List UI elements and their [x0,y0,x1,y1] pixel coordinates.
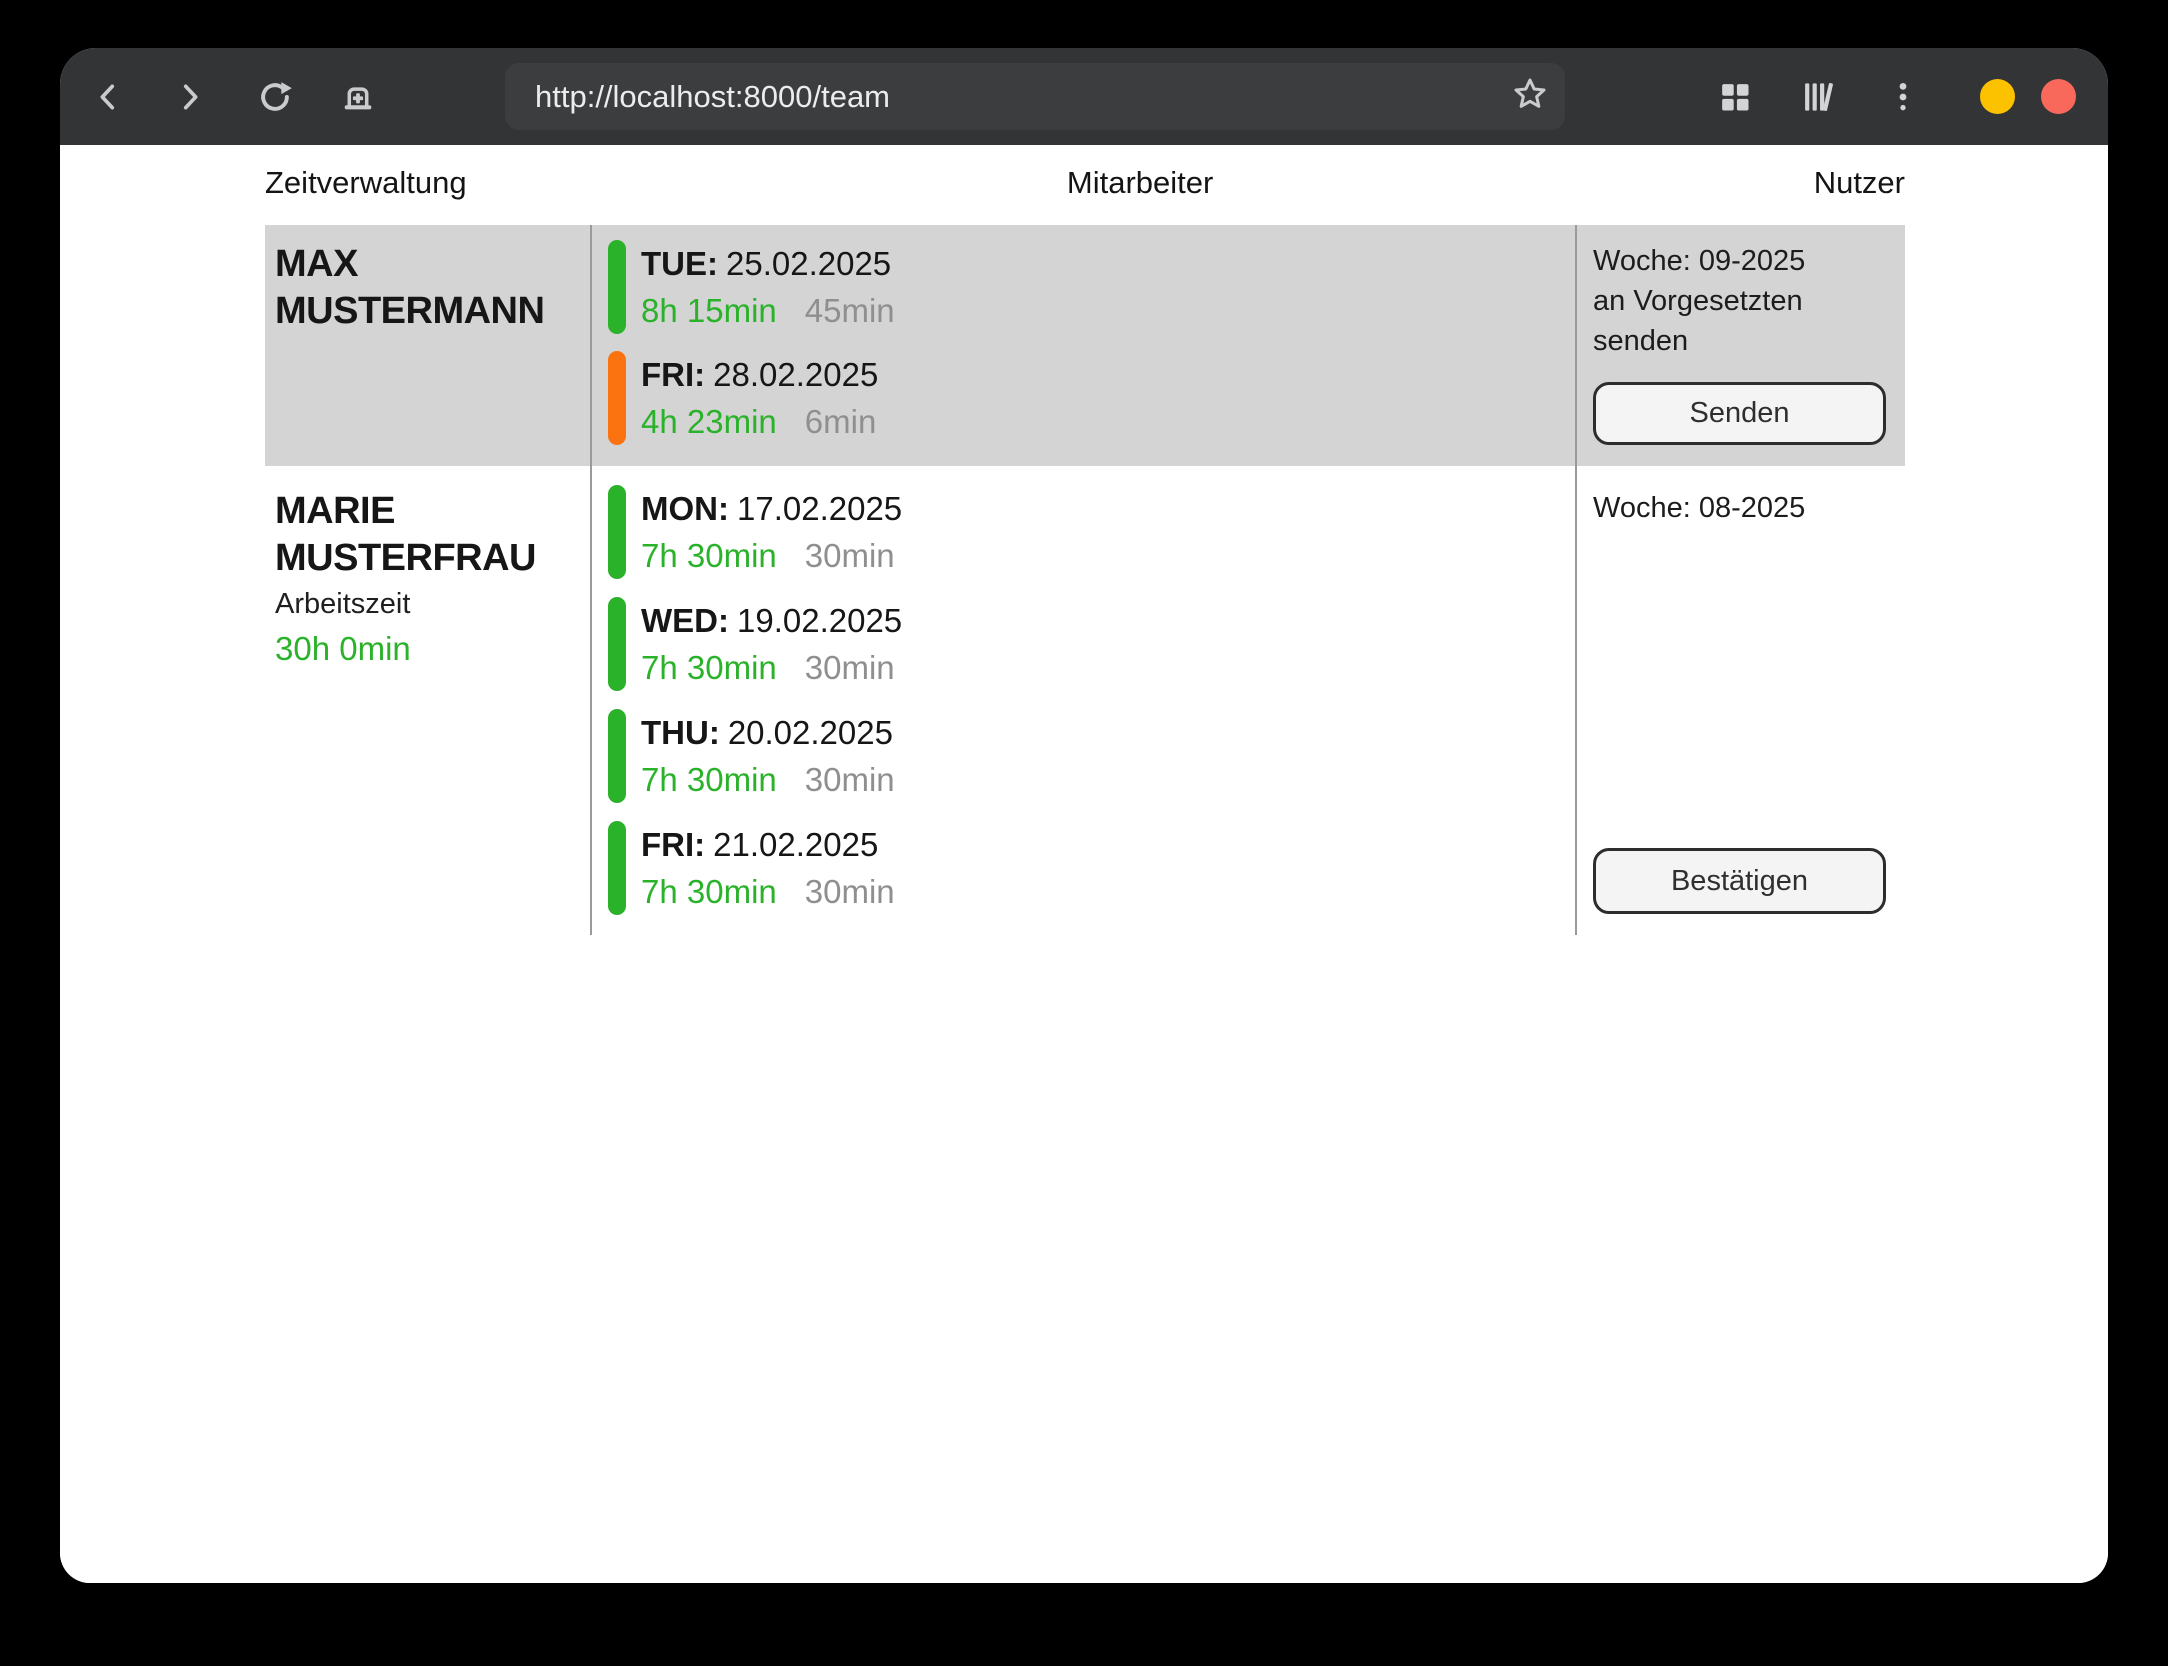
day-date: 28.02.2025 [713,356,878,393]
back-button[interactable] [88,77,128,117]
week-action-cell: Woche: 08-2025 Bestätigen [1575,466,1905,935]
address-bar[interactable]: http://localhost:8000/team [505,63,1565,130]
forward-button[interactable] [170,77,210,117]
employee-first-name: MAX [275,241,590,288]
refresh-icon [256,78,294,116]
reload-button[interactable] [255,77,295,117]
grid-icon [1717,79,1753,115]
worktime-caption: Arbeitszeit [275,582,590,626]
employee-first-name: MARIE [275,488,590,535]
week-action-cell: Woche: 09-2025 an Vorgesetzten senden Se… [1575,225,1905,466]
day-date: 20.02.2025 [728,714,893,751]
bestaetigen-button[interactable]: Bestätigen [1593,848,1886,914]
day-date: 17.02.2025 [737,490,902,527]
week-label-line2: an Vorgesetzten [1593,281,1905,321]
url-text[interactable]: http://localhost:8000/team [505,79,1495,115]
day-entry: FRI:28.02.2025 4h 23min 6min [608,351,1575,445]
header-nutzer: Nutzer [1814,159,1905,207]
break-time: 30min [805,537,895,574]
employee-last-name: MUSTERMANN [275,288,590,335]
team-table: MAX MUSTERMANN TUE:25.02.2025 8h 15min 45… [265,225,1905,935]
senden-button[interactable]: Senden [1593,382,1886,445]
day-label: MON: [641,490,729,527]
employee-row-marie-musterfrau: MARIE MUSTERFRAU Arbeitszeit 30h 0min MO… [265,466,1905,935]
worked-time: 7h 30min [641,873,777,910]
employee-name-cell: MAX MUSTERMANN [265,225,590,466]
tab-plus-icon [339,78,377,116]
worked-time: 8h 15min [641,292,777,329]
bookmark-button[interactable] [1495,63,1565,130]
employee-name-cell: MARIE MUSTERFRAU Arbeitszeit 30h 0min [265,466,590,935]
day-entry: MON:17.02.2025 7h 30min 30min [608,485,1575,579]
day-date: 19.02.2025 [737,602,902,639]
header-mitarbeiter: Mitarbeiter [1067,159,1213,207]
day-label: TUE: [641,245,718,282]
chevron-right-icon [173,80,207,114]
day-status-bar [608,240,626,334]
worked-time: 7h 30min [641,537,777,574]
worked-time: 7h 30min [641,649,777,686]
day-label: FRI: [641,356,705,393]
employee-row-max-mustermann: MAX MUSTERMANN TUE:25.02.2025 8h 15min 45… [265,225,1905,466]
day-label: FRI: [641,826,705,863]
employee-days-cell: TUE:25.02.2025 8h 15min 45min FRI:28.02.2… [590,225,1575,466]
day-entry: FRI:21.02.2025 7h 30min 30min [608,821,1575,915]
star-outline-icon [1510,74,1550,119]
day-entry: TUE:25.02.2025 8h 15min 45min [608,240,1575,334]
kebab-menu-icon [1886,80,1920,114]
worked-time: 7h 30min [641,761,777,798]
page-content: Zeitverwaltung Mitarbeiter Nutzer MAX MU… [60,145,2108,1583]
worktime-total: 30h 0min [275,626,590,672]
break-time: 30min [805,761,895,798]
window-close-button[interactable] [2041,79,2076,114]
books-icon [1799,78,1837,116]
break-time: 30min [805,873,895,910]
header-zeitverwaltung: Zeitverwaltung [265,159,467,207]
day-label: THU: [641,714,720,751]
day-label: WED: [641,602,729,639]
worked-time: 4h 23min [641,403,777,440]
tab-overview-button[interactable] [1715,77,1755,117]
day-status-bar [608,485,626,579]
page-header: Zeitverwaltung Mitarbeiter Nutzer [265,159,1905,207]
employee-days-cell: MON:17.02.2025 7h 30min 30min WED:19.02.2… [590,466,1575,935]
break-time: 6min [805,403,877,440]
day-date: 25.02.2025 [726,245,891,282]
day-status-bar [608,351,626,445]
day-status-bar [608,597,626,691]
library-button[interactable] [1798,77,1838,117]
day-status-bar [608,821,626,915]
new-tab-button[interactable] [338,77,378,117]
day-status-bar [608,709,626,803]
week-label-line3: senden [1593,321,1905,361]
browser-toolbar: http://localhost:8000/team [60,48,2108,145]
day-entry: THU:20.02.2025 7h 30min 30min [608,709,1575,803]
break-time: 30min [805,649,895,686]
break-time: 45min [805,292,895,329]
employee-last-name: MUSTERFRAU [275,535,590,582]
week-label: Woche: 08-2025 [1593,488,1905,528]
window-minimize-button[interactable] [1980,79,2015,114]
chevron-left-icon [91,80,125,114]
week-label: Woche: 09-2025 [1593,241,1905,281]
day-date: 21.02.2025 [713,826,878,863]
browser-window: http://localhost:8000/team [60,48,2108,1583]
menu-button[interactable] [1883,77,1923,117]
day-entry: WED:19.02.2025 7h 30min 30min [608,597,1575,691]
